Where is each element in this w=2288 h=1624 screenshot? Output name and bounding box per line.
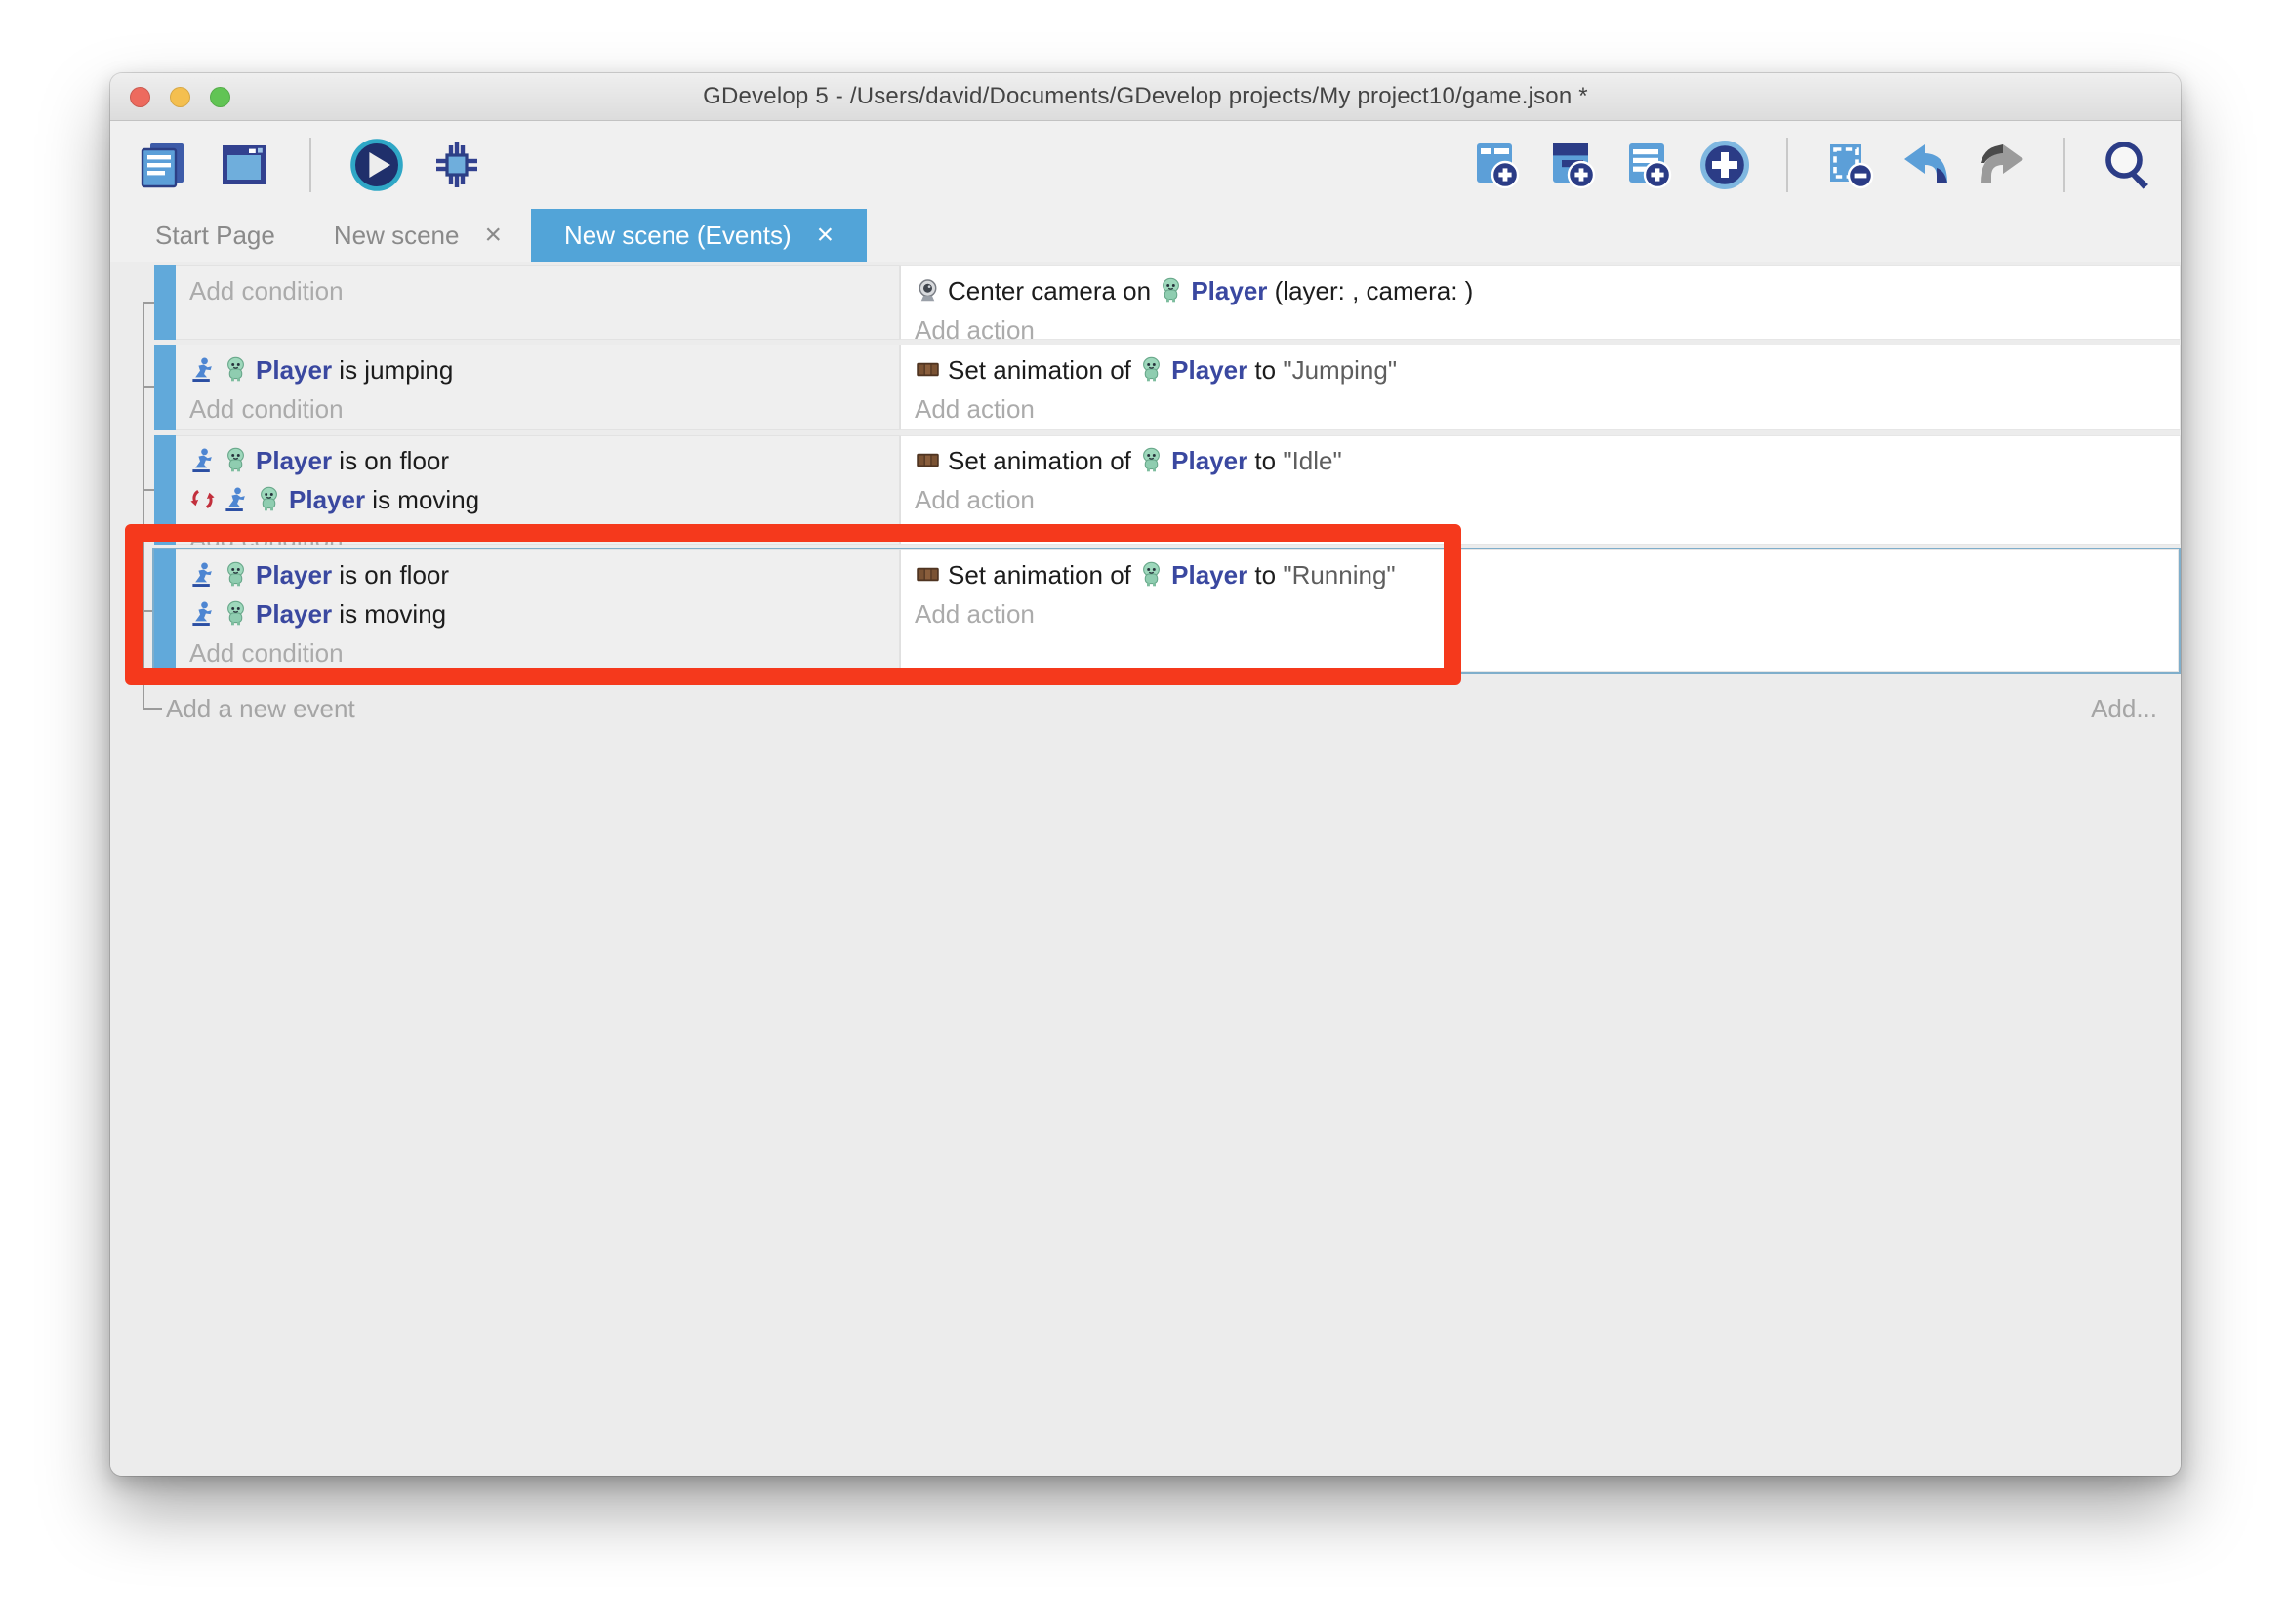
close-window-button[interactable] <box>130 87 150 107</box>
add-condition-button[interactable]: Add condition <box>189 389 885 428</box>
instruction-text: Set animation of <box>948 355 1138 385</box>
add-subevent-icon[interactable] <box>1544 137 1601 193</box>
play-icon[interactable] <box>348 137 405 193</box>
tree-branch-line <box>143 302 154 304</box>
traffic-lights <box>130 87 230 107</box>
tab-label: New scene <box>334 221 460 251</box>
tab-label: Start Page <box>155 221 275 251</box>
tree-branch-line <box>143 386 154 388</box>
toolbar-left-group <box>136 137 485 193</box>
action[interactable]: Set animation of Player to "Jumping" <box>915 350 2166 389</box>
add-event-icon[interactable] <box>1468 137 1525 193</box>
event-drag-handle[interactable] <box>154 265 176 340</box>
add-button[interactable]: Add... <box>2091 687 2157 730</box>
instruction-text: is jumping <box>332 355 453 385</box>
toolbar-separator <box>309 138 311 192</box>
conditions-cell: Add condition <box>176 265 900 340</box>
player-icon <box>1138 445 1164 471</box>
title-bar[interactable]: GDevelop 5 - /Users/david/Documents/GDev… <box>110 73 2181 121</box>
remove-selection-icon[interactable] <box>1821 137 1878 193</box>
instruction-text: Set animation of <box>948 446 1138 475</box>
object-name: Player <box>1171 355 1247 385</box>
action[interactable]: Set animation of Player to "Idle" <box>915 441 2166 480</box>
instruction-text: to <box>1247 446 1283 475</box>
object-name: Player <box>1191 276 1267 305</box>
screen: GDevelop 5 - /Users/david/Documents/GDev… <box>0 0 2288 1624</box>
toolbar-separator <box>1786 138 1788 192</box>
events-sheet: Add condition Center camera on Player (la… <box>110 262 2181 1476</box>
parameter-value: "Jumping" <box>1283 355 1397 385</box>
event-drag-handle[interactable] <box>154 345 176 430</box>
add-action-button[interactable]: Add action <box>915 310 2166 340</box>
tab-start-page[interactable]: Start Page <box>126 209 305 262</box>
debug-icon[interactable] <box>429 137 485 193</box>
tab-label: New scene (Events) <box>564 221 792 251</box>
instruction-text: Center camera on <box>948 276 1158 305</box>
add-new-event-button[interactable]: Add a new event <box>166 687 355 730</box>
condition[interactable]: Player is jumping <box>189 350 885 389</box>
tree-branch-line <box>143 489 154 491</box>
platformer-icon <box>223 484 249 510</box>
minimize-window-button[interactable] <box>170 87 190 107</box>
event-row[interactable]: Add condition Center camera on Player (la… <box>154 265 2181 340</box>
action[interactable]: Center camera on Player (layer: , camera… <box>915 271 2166 310</box>
player-icon <box>223 354 249 381</box>
camera-icon <box>915 275 941 302</box>
player-icon <box>256 484 282 510</box>
animation-icon <box>915 445 941 471</box>
undo-icon[interactable] <box>1898 137 1954 193</box>
window-title: GDevelop 5 - /Users/david/Documents/GDev… <box>703 83 1588 110</box>
redo-icon[interactable] <box>1974 137 2030 193</box>
toolbar <box>110 121 2181 209</box>
annotation-highlight-box <box>125 524 1461 685</box>
search-icon[interactable] <box>2099 137 2155 193</box>
condition[interactable]: Player is moving <box>189 480 885 519</box>
toolbar-separator <box>2063 138 2065 192</box>
add-action-button[interactable]: Add action <box>915 480 2166 519</box>
scene-editor-icon[interactable] <box>216 137 272 193</box>
close-icon[interactable]: × <box>817 221 835 250</box>
condition[interactable]: Player is on floor <box>189 441 885 480</box>
tab-new-scene[interactable]: New scene × <box>305 209 531 262</box>
tree-branch-line <box>143 708 162 710</box>
platformer-icon <box>189 354 216 381</box>
instruction-text: to <box>1247 355 1283 385</box>
add-condition-button[interactable]: Add condition <box>189 271 885 310</box>
gdevelop-window: GDevelop 5 - /Users/david/Documents/GDev… <box>110 73 2181 1476</box>
parameter-value: "Idle" <box>1283 446 1341 475</box>
player-icon <box>1158 275 1184 302</box>
player-icon <box>1138 354 1164 381</box>
instruction-text: (layer: , camera: ) <box>1267 276 1473 305</box>
instruction-text: is moving <box>365 485 479 514</box>
close-icon[interactable]: × <box>484 221 502 250</box>
platformer-icon <box>189 445 216 471</box>
zoom-window-button[interactable] <box>210 87 230 107</box>
instruction-text: is on floor <box>332 446 449 475</box>
tab-bar: Start Page New scene × New scene (Events… <box>110 209 2181 262</box>
animation-icon <box>915 354 941 381</box>
player-icon <box>223 445 249 471</box>
add-icon[interactable] <box>1696 137 1753 193</box>
object-name: Player <box>256 446 332 475</box>
object-name: Player <box>256 355 332 385</box>
actions-cell: Center camera on Player (layer: , camera… <box>900 265 2181 340</box>
actions-cell: Set animation of Player to "Jumping"Add … <box>900 345 2181 430</box>
add-comment-icon[interactable] <box>1620 137 1677 193</box>
object-name: Player <box>289 485 365 514</box>
conditions-cell: Player is jumpingAdd condition <box>176 345 900 430</box>
add-action-button[interactable]: Add action <box>915 389 2166 428</box>
toolbar-right-group <box>1468 137 2155 193</box>
object-name: Player <box>1171 446 1247 475</box>
event-row[interactable]: Player is jumpingAdd conditionSet animat… <box>154 345 2181 430</box>
events-footer: Add a new event Add... <box>166 687 2157 730</box>
invert-icon <box>189 484 216 510</box>
tab-new-scene-events[interactable]: New scene (Events) × <box>531 209 867 262</box>
project-manager-icon[interactable] <box>136 137 192 193</box>
